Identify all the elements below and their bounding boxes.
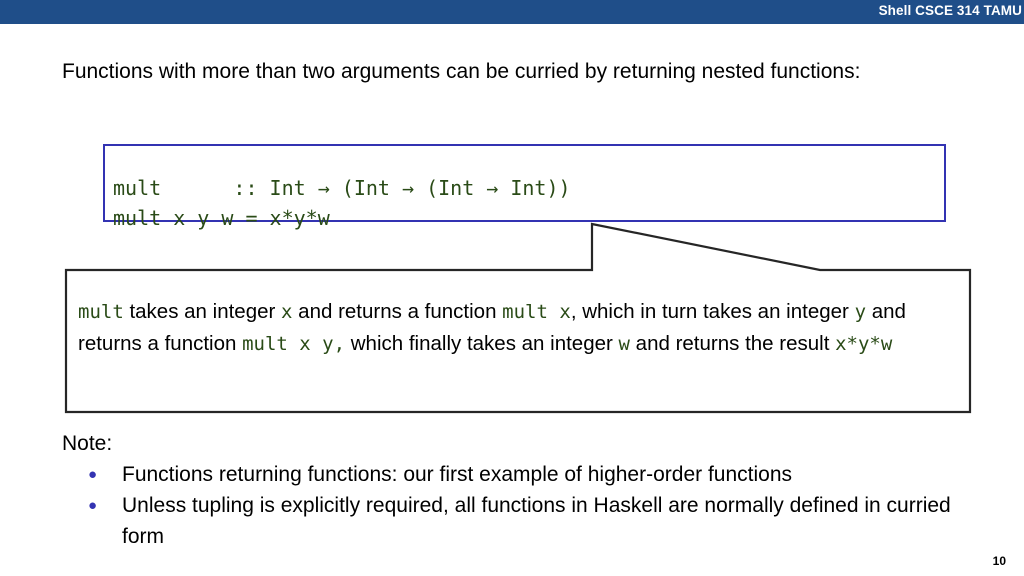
callout-code-term-8: mult x y, (242, 333, 346, 355)
callout-code-term-12: x*y*w (835, 333, 893, 355)
code-box: mult :: Int → (Int → (Int → Int)) mult x… (103, 144, 946, 230)
callout-prose-3: and returns a function (292, 300, 503, 323)
note-list: ● Functions returning functions: our fir… (80, 459, 980, 552)
slide-banner: Shell CSCE 314 TAMU (0, 0, 1024, 24)
list-item: ● Unless tupling is explicitly required,… (80, 490, 980, 552)
callout-prose-1: takes an integer (123, 300, 282, 323)
callout-code-term-4: mult x (502, 301, 571, 323)
callout-code-term-10: w (618, 333, 630, 355)
callout-code-term-0: mult (78, 301, 124, 323)
explanation-callout: mult takes an integer x and returns a fu… (60, 218, 976, 418)
bullet-icon: ● (88, 466, 98, 483)
callout-code-term-6: y (854, 301, 867, 323)
note-item-label: Unless tupling is explicitly required, a… (122, 494, 951, 548)
bullet-icon: ● (88, 497, 98, 514)
note-item-label: Functions returning functions: our first… (122, 463, 793, 486)
intro-paragraph: Functions with more than two arguments c… (62, 60, 861, 83)
callout-prose-9: which finally takes an integer (345, 332, 619, 355)
callout-text: mult takes an integer x and returns a fu… (78, 296, 954, 360)
callout-prose-5: , which in turn takes an integer (570, 300, 855, 323)
banner-title: Shell CSCE 314 TAMU (878, 3, 1022, 18)
list-item: ● Functions returning functions: our fir… (80, 459, 980, 490)
page-number: 10 (992, 554, 1006, 568)
note-label: Note: (62, 432, 113, 455)
callout-code-term-2: x (281, 301, 293, 323)
callout-prose-11: and returns the result (629, 332, 836, 355)
